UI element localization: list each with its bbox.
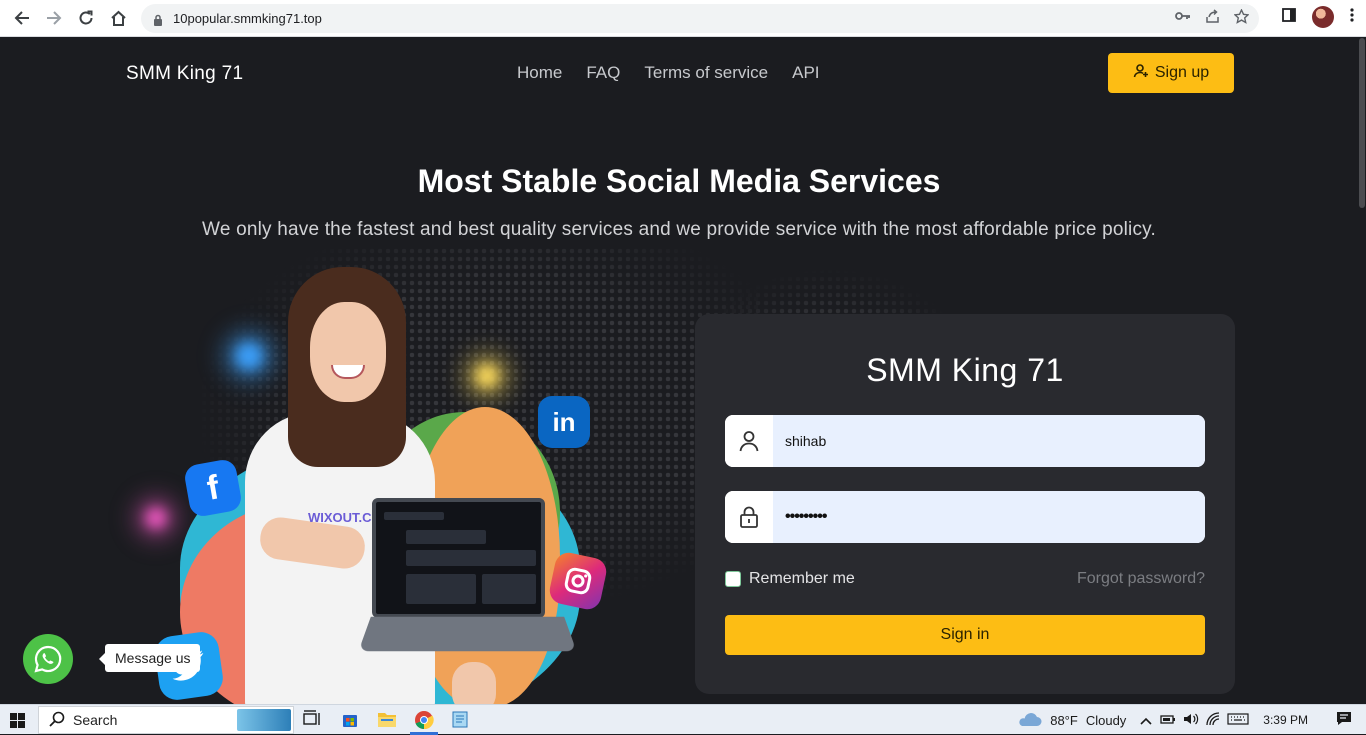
password-input[interactable]: ••••••••• [773,491,1205,543]
hero-illustration: WIXOUT.COM f in [140,262,640,704]
forgot-password-link[interactable]: Forgot password? [1077,570,1205,588]
password-field[interactable]: ••••••••• [725,491,1205,543]
menu-kebab-icon[interactable] [1350,7,1354,27]
page: SMM King 71 Home FAQ Terms of service AP… [0,37,1358,704]
laptop-row [406,530,486,544]
nav-terms[interactable]: Terms of service [644,63,768,83]
chevron-up-icon[interactable] [1140,713,1152,728]
battery-icon[interactable] [1160,713,1176,728]
nav-faq[interactable]: FAQ [586,63,620,83]
wifi-icon[interactable] [1206,711,1220,729]
notification-icon[interactable] [1336,711,1352,729]
lock-icon [153,13,163,26]
username-input[interactable]: shihab [773,415,1205,467]
share-icon[interactable] [1205,9,1220,27]
login-title: SMM King 71 [866,352,1064,388]
hero-subtitle: We only have the fastest and best qualit… [202,219,1156,240]
site-brand[interactable]: SMM King 71 [126,63,243,85]
task-view-icon[interactable] [303,710,323,730]
chrome-icon[interactable] [414,710,434,730]
system-tray: 88°F Cloudy 3:39 PM [1016,705,1366,735]
remember-checkbox[interactable] [725,571,741,587]
laptop-keyboard [358,616,577,652]
laptop-row [384,512,444,520]
laptop-row [406,550,536,566]
hero-title: Most Stable Social Media Services [417,163,941,199]
woman-face [310,302,386,402]
nav-api[interactable]: API [792,63,819,83]
profile-avatar[interactable] [1312,6,1334,28]
cloud-icon[interactable] [1016,711,1042,730]
browser-toolbar: 10popular.smmking71.top [0,0,1366,37]
file-explorer-icon[interactable] [377,710,397,730]
user-plus-icon [1133,63,1149,84]
remember-label: Remember me [749,570,855,587]
search-highlight-image [237,709,291,731]
search-icon [49,711,65,730]
username-field[interactable]: shihab [725,415,1205,467]
woman-hand [452,662,496,704]
laptop-row [482,574,536,604]
bookmark-star-icon[interactable] [1233,8,1250,27]
notepad-icon[interactable] [452,710,472,730]
laptop-screen [372,498,545,618]
top-nav: Home FAQ Terms of service API [517,63,820,83]
home-icon[interactable] [103,3,133,33]
user-icon [725,415,773,467]
search-label: Search [73,712,118,728]
blue-glow [235,342,263,370]
whatsapp-icon [34,645,62,673]
clock-time[interactable]: 3:39 PM [1263,713,1308,727]
weather-temp[interactable]: 88°F [1050,713,1078,728]
weather-text[interactable]: Cloudy [1086,713,1126,728]
keyboard-icon[interactable] [1227,712,1249,728]
windows-start-icon[interactable] [10,713,25,733]
store-icon[interactable] [341,710,361,730]
volume-icon[interactable] [1183,712,1199,729]
side-panel-icon[interactable] [1282,7,1296,27]
url-text: 10popular.smmking71.top [173,11,322,26]
signup-button[interactable]: Sign up [1108,53,1234,93]
key-icon[interactable] [1175,9,1191,27]
remember-me[interactable]: Remember me [725,570,855,588]
signup-label: Sign up [1154,64,1210,81]
signin-button[interactable]: Sign in [725,615,1205,655]
taskbar-search[interactable]: Search [38,706,294,734]
back-icon[interactable] [7,3,37,33]
whatsapp-button[interactable] [23,634,73,684]
pink-glow [145,507,167,529]
login-card: SMM King 71 shihab ••••••••• Remember me… [695,314,1235,694]
address-bar[interactable]: 10popular.smmking71.top [141,4,1259,33]
taskbar: Search 88°F Cloudy 3:39 PM [0,704,1366,735]
forward-icon[interactable] [39,3,69,33]
reload-icon[interactable] [71,3,101,33]
instagram-icon [547,550,609,612]
lock-icon [725,491,773,543]
scrollbar-thumb[interactable] [1359,38,1365,208]
message-us-bubble[interactable]: Message us [98,644,201,672]
yellow-glow [475,364,499,388]
facebook-icon: f [182,457,244,519]
nav-home[interactable]: Home [517,63,562,83]
laptop-row [406,574,476,604]
linkedin-icon: in [538,396,590,448]
